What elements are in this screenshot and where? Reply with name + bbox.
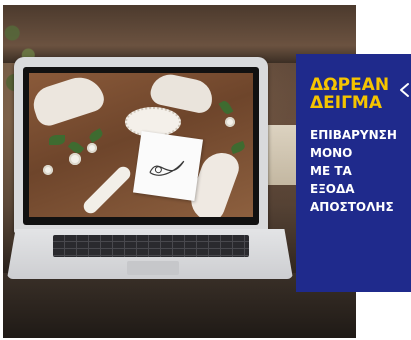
flower-bud [43,165,53,175]
promo-body-line: ΕΠΙΒΑΡΥΝΣΗ [310,128,397,142]
promo-body-line: ΜΕ ΤΑ [310,164,352,178]
wedding-accessories-icon [29,73,253,217]
promo-headline: ΔΩΡΕΑΝ ΔΕΙΓΜΑ [310,76,390,112]
promo-headline-line: ΔΕΙΓΜΑ [310,93,383,113]
bridal-shoe-left [29,73,108,129]
laptop-trackpad [127,261,179,275]
flower-bud [69,153,81,165]
flower-bud [87,143,97,153]
arrow-left-icon[interactable] [398,81,410,99]
embroidery-pattern-icon [149,160,185,176]
promo-body-line: ΜΟΝΟ [310,146,353,160]
laptop-keyboard [53,235,249,257]
leaf-shape [218,99,234,116]
promo-headline-line: ΔΩΡΕΑΝ [310,75,390,95]
embroidered-handkerchief [132,130,204,202]
leaf-shape [49,135,65,145]
laptop-screen-bezel [23,67,259,225]
leaf-shape [229,140,247,155]
promo-body: ΕΠΙΒΑΡΥΝΣΗ ΜΟΝΟ ΜΕ ΤΑ ΕΞΟΔΑ ΑΠΟΣΤΟΛΗΣ [310,126,410,216]
free-sample-banner[interactable]: ΔΩΡΕΑΝ ΔΕΙΓΜΑ ΕΠΙΒΑΡΥΝΣΗ ΜΟΝΟ ΜΕ ΤΑ ΕΞΟΔ… [296,54,411,292]
rolled-scroll [80,163,134,217]
laptop-icon [14,57,268,233]
flower-bud [225,117,235,127]
leaf-shape [87,128,105,143]
promo-body-line: ΕΞΟΔΑ [310,182,355,196]
promo-body-line: ΑΠΟΣΤΟΛΗΣ [310,200,394,214]
laptop-base [7,229,293,279]
